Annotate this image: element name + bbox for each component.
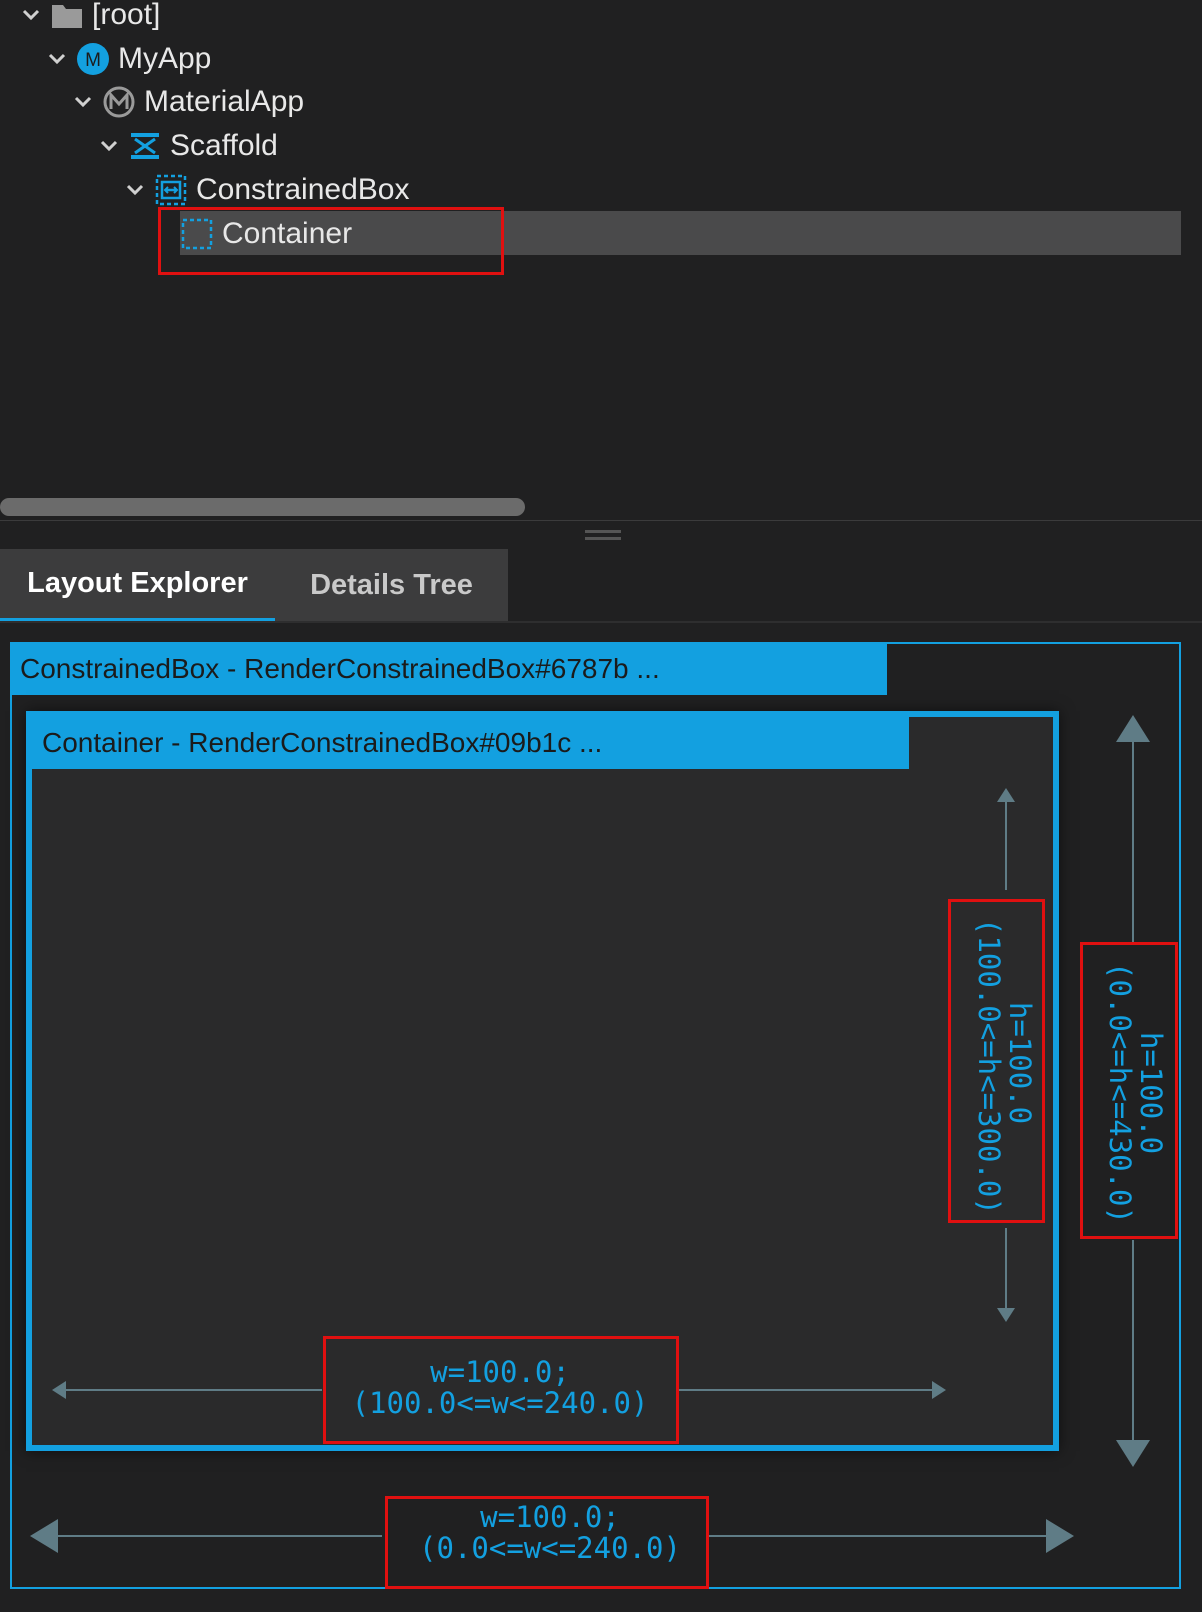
highlight-box-outer-width [385,1496,709,1589]
highlight-box-inner-height [948,899,1045,1223]
flutter-devtools-inspector: [root] M MyApp MaterialApp Scaffold Cons… [0,0,1202,1612]
highlight-box-inner-width [323,1336,679,1444]
highlight-box-outer-height [1080,942,1178,1239]
